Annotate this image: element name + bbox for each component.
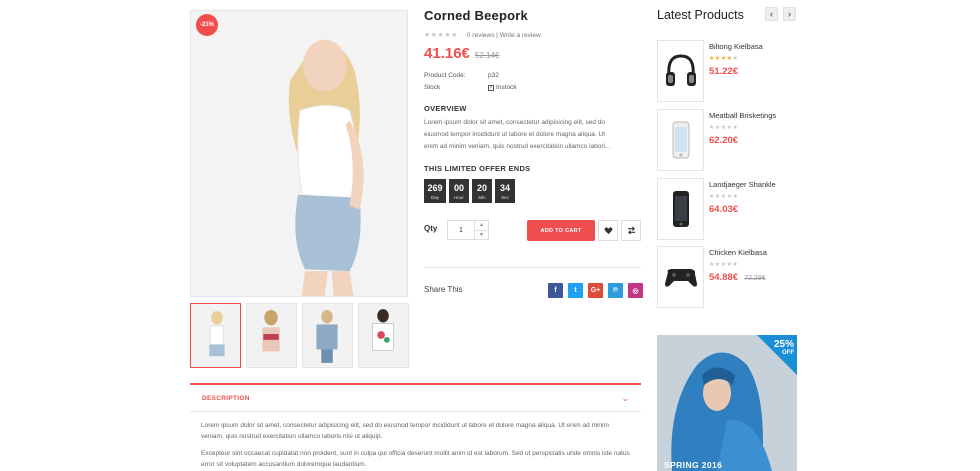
headphones-icon bbox=[665, 54, 696, 86]
latest-product-item[interactable]: Chicken Kielbasa ★★★★★ 54.88€ 72.28€ bbox=[657, 246, 797, 308]
thumbnail-1[interactable] bbox=[190, 303, 241, 368]
stock-label: Stock bbox=[424, 83, 441, 91]
overview-heading: OVERVIEW bbox=[424, 104, 467, 113]
latest-product-price: 62.20€ bbox=[709, 135, 739, 146]
latest-product-item[interactable]: Biltong Kielbasa ★★★★★ 51.22€ bbox=[657, 40, 797, 102]
description-tab-title: DESCRIPTION bbox=[202, 394, 250, 402]
countdown-minutes: 20 Min bbox=[472, 179, 492, 203]
reviews-link[interactable]: 0 reviews bbox=[467, 32, 494, 39]
gamepad-icon bbox=[664, 269, 697, 287]
qty-label: Qty bbox=[424, 224, 438, 233]
latest-product-price: 64.03€ bbox=[709, 204, 739, 215]
quantity-input[interactable]: 1 bbox=[448, 221, 474, 239]
countdown-seconds: 34 Sec bbox=[495, 179, 515, 203]
heart-icon bbox=[604, 227, 612, 235]
rating-stars: ★★★★★ bbox=[709, 125, 739, 131]
product-code-value: p32 bbox=[488, 71, 499, 79]
social-share-buttons: f t G+ ℗ ◎ bbox=[548, 283, 643, 298]
rating-stars: ★★★★★ bbox=[424, 32, 458, 39]
compare-icon bbox=[627, 226, 635, 235]
latest-product-name[interactable]: Chicken Kielbasa bbox=[709, 248, 767, 257]
product-thumbnail[interactable] bbox=[657, 246, 704, 308]
banner-off: OFF bbox=[782, 350, 794, 356]
latest-product-price: 51.22€ bbox=[709, 66, 739, 77]
latest-product-price: 54.88€ bbox=[709, 272, 739, 283]
thumb-image-2 bbox=[247, 304, 296, 367]
product-price: 41.16€ bbox=[424, 45, 470, 62]
banner-discount: 25% OFF bbox=[774, 340, 794, 358]
rating-stars: ★★★★★ bbox=[709, 194, 739, 200]
latest-product-old-price: 72.28€ bbox=[744, 275, 766, 282]
thumbnail-strip bbox=[190, 303, 409, 368]
write-review-link[interactable]: Write a review bbox=[500, 32, 541, 39]
price-row: 41.16€ 52.14€ bbox=[424, 45, 499, 62]
review-separator: | bbox=[496, 31, 498, 39]
product-code-label: Product Code: bbox=[424, 71, 466, 79]
check-icon: ✓ bbox=[488, 84, 494, 91]
offer-heading: THIS LIMITED OFFER ENDS bbox=[424, 164, 531, 173]
description-paragraph-2: Excepteur sint occaecat cupidatat non pr… bbox=[201, 450, 630, 468]
product-thumbnail[interactable] bbox=[657, 178, 704, 240]
banner-season: SPRING 2016 bbox=[664, 460, 723, 470]
compare-button[interactable] bbox=[621, 220, 641, 241]
twitter-icon[interactable]: t bbox=[568, 283, 583, 298]
countdown-hours: 00 Hour bbox=[449, 179, 469, 203]
model-photo bbox=[191, 11, 407, 296]
product-main-image[interactable] bbox=[190, 10, 408, 297]
share-divider bbox=[424, 267, 641, 268]
product-thumbnail[interactable] bbox=[657, 109, 704, 171]
rating-stars: ★★★★★ bbox=[709, 262, 739, 268]
product-meta: Product Code: p32 Stock ✓ Instock bbox=[424, 69, 517, 93]
description-paragraph-1: Lorem ipsum dolor sit amet, consectetur … bbox=[201, 422, 609, 440]
countdown-timer: 269 Day 00 Hour 20 Min 34 Sec bbox=[424, 179, 515, 203]
instagram-icon[interactable]: ◎ bbox=[628, 283, 643, 298]
wishlist-button[interactable] bbox=[598, 220, 618, 241]
thumbnail-4[interactable] bbox=[358, 303, 409, 368]
countdown-days: 269 Day bbox=[424, 179, 446, 203]
thumb-image-3 bbox=[303, 304, 352, 367]
share-label: Share This bbox=[424, 285, 463, 294]
google-plus-icon[interactable]: G+ bbox=[588, 283, 603, 298]
rating-stars: ★★★★★ bbox=[709, 56, 739, 62]
promo-banner[interactable]: 25% OFF SPRING 2016 bbox=[657, 335, 797, 471]
description-panel: DESCRIPTION ⌄ Lorem ipsum dolor sit amet… bbox=[190, 383, 641, 471]
latest-product-name[interactable]: Meatball Brisketings bbox=[709, 111, 776, 120]
latest-product-item[interactable]: Meatball Brisketings ★★★★★ 62.20€ bbox=[657, 109, 797, 171]
qty-down-icon[interactable]: ▼ bbox=[475, 231, 488, 240]
latest-product-name[interactable]: Landjaeger Shankle bbox=[709, 180, 776, 189]
thumbnail-2[interactable] bbox=[246, 303, 297, 368]
description-tab[interactable]: DESCRIPTION ⌄ bbox=[190, 385, 641, 412]
product-thumbnail[interactable] bbox=[657, 40, 704, 102]
phone-white-icon bbox=[672, 121, 689, 159]
qty-up-icon[interactable]: ▲ bbox=[475, 221, 488, 231]
thumb-image-4 bbox=[359, 304, 408, 367]
phone-black-icon bbox=[672, 191, 689, 227]
product-old-price: 52.14€ bbox=[474, 51, 500, 60]
stock-value: Instock bbox=[496, 83, 517, 91]
thumbnail-3[interactable] bbox=[302, 303, 353, 368]
latest-product-name[interactable]: Biltong Kielbasa bbox=[709, 42, 763, 51]
rating-row: ★★★★★ 0 reviews | Write a review bbox=[424, 31, 541, 40]
latest-products-title: Latest Products bbox=[657, 8, 744, 22]
pinterest-icon[interactable]: ℗ bbox=[608, 283, 623, 298]
facebook-icon[interactable]: f bbox=[548, 283, 563, 298]
sale-badge: -21% bbox=[196, 14, 218, 36]
latest-product-item[interactable]: Landjaeger Shankle ★★★★★ 64.03€ bbox=[657, 178, 797, 240]
overview-text: Lorem ipsum dolor sit amet, consectetur … bbox=[424, 119, 611, 150]
product-title: Corned Beepork bbox=[424, 8, 528, 23]
prev-arrow-button[interactable]: ‹ bbox=[765, 7, 778, 21]
next-arrow-button[interactable]: › bbox=[783, 7, 796, 21]
thumb-image-1 bbox=[191, 304, 240, 367]
chevron-down-icon[interactable]: ⌄ bbox=[621, 393, 629, 404]
quantity-stepper[interactable]: 1 ▲ ▼ bbox=[447, 220, 489, 240]
add-to-cart-button[interactable]: ADD TO CART bbox=[527, 220, 595, 241]
